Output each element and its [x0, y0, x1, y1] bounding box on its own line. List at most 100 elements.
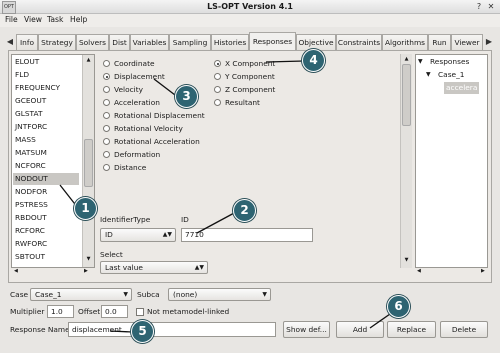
- list-item[interactable]: MASS: [15, 134, 36, 146]
- tab-constraints[interactable]: Constraints: [336, 34, 382, 50]
- chevron-down-icon[interactable]: ▼: [418, 58, 423, 65]
- scroll-down-icon[interactable]: ▼: [402, 257, 411, 265]
- tab-sampling[interactable]: Sampling: [169, 34, 211, 50]
- radio-velocity[interactable]: Velocity: [103, 84, 143, 96]
- options-scrollbar[interactable]: ▲ ▼: [400, 54, 412, 268]
- list-item[interactable]: RWFORC: [15, 238, 47, 250]
- scroll-up-icon[interactable]: ▲: [84, 57, 93, 65]
- tab-responses[interactable]: Responses: [249, 32, 296, 51]
- list-item[interactable]: NODFOR: [15, 186, 47, 198]
- scroll-thumb[interactable]: [402, 64, 411, 126]
- scroll-thumb[interactable]: [84, 139, 93, 187]
- list-item[interactable]: ELOUT: [15, 56, 39, 68]
- not-metamodel-checkbox[interactable]: [136, 308, 144, 316]
- tab-scroll-left-icon[interactable]: ◀: [5, 34, 15, 50]
- list-item[interactable]: JNTFORC: [15, 121, 47, 133]
- radio-dot[interactable]: [103, 112, 110, 119]
- tab-solvers[interactable]: Solvers: [76, 34, 109, 50]
- radio-dot[interactable]: [214, 99, 221, 106]
- radio-dot[interactable]: [103, 164, 110, 171]
- help-icon[interactable]: ?: [474, 2, 484, 12]
- menu-help[interactable]: Help: [70, 15, 87, 24]
- menu-view[interactable]: View: [24, 15, 42, 24]
- response-name-field[interactable]: displacement: [68, 322, 276, 337]
- replace-button[interactable]: Replace: [387, 321, 436, 338]
- identifier-type-label: IdentifierType: [100, 215, 151, 224]
- radio-dot[interactable]: [103, 60, 110, 67]
- list-item-selected[interactable]: NODOUT: [13, 173, 79, 185]
- list-item[interactable]: FREQUENCY: [15, 82, 60, 94]
- subcase-combo[interactable]: (none) ▼: [168, 288, 271, 301]
- delete-button[interactable]: Delete: [440, 321, 488, 338]
- scroll-up-icon[interactable]: ▲: [402, 56, 411, 64]
- radio-resultant[interactable]: Resultant: [214, 97, 260, 109]
- scroll-left-icon[interactable]: ◀: [417, 268, 421, 274]
- response-tree[interactable]: ▼ Responses ▼ Case_1 accelera: [415, 54, 488, 268]
- tab-algorithms[interactable]: Algorithms: [382, 34, 428, 50]
- menu-file[interactable]: File: [5, 15, 18, 24]
- radio-label: X Component: [225, 59, 276, 68]
- tab-histories[interactable]: Histories: [211, 34, 249, 50]
- radio-y-component[interactable]: Y Component: [214, 71, 275, 83]
- radio-dot[interactable]: [103, 151, 110, 158]
- tab-variables[interactable]: Variables: [130, 34, 169, 50]
- tab-viewer[interactable]: Viewer: [451, 34, 483, 50]
- scroll-right-icon[interactable]: ▶: [481, 268, 485, 274]
- tab-objective[interactable]: Objective: [296, 34, 336, 50]
- radio-rotational-displacement[interactable]: Rotational Displacement: [103, 110, 205, 122]
- add-button[interactable]: Add: [336, 321, 384, 338]
- list-item[interactable]: PSTRESS: [15, 199, 48, 211]
- offset-field[interactable]: 0.0: [101, 305, 128, 318]
- tree-horizontal-scrollbar[interactable]: ◀ ▶: [415, 268, 488, 278]
- radio-deformation[interactable]: Deformation: [103, 149, 160, 161]
- close-icon[interactable]: ✕: [486, 2, 496, 12]
- radio-rotational-acceleration[interactable]: Rotational Acceleration: [103, 136, 200, 148]
- list-item[interactable]: FLD: [15, 69, 29, 81]
- chevron-down-icon[interactable]: ▼: [426, 71, 431, 78]
- radio-dot[interactable]: [214, 86, 221, 93]
- horizontal-scrollbar[interactable]: ◀ ▶: [14, 268, 92, 276]
- radio-dot[interactable]: [103, 86, 110, 93]
- tab-info[interactable]: Info: [16, 34, 38, 50]
- list-item[interactable]: GCEOUT: [15, 95, 46, 107]
- select-combo[interactable]: Last value ▲▼: [100, 261, 208, 274]
- list-item[interactable]: RCFORC: [15, 225, 45, 237]
- radio-acceleration[interactable]: Acceleration: [103, 97, 160, 109]
- scroll-left-icon[interactable]: ◀: [14, 268, 18, 274]
- show-def-button[interactable]: Show def...: [283, 321, 330, 338]
- tab-run[interactable]: Run: [428, 34, 451, 50]
- scroll-down-icon[interactable]: ▼: [84, 256, 93, 264]
- tab-scroll-right-icon[interactable]: ▶: [484, 34, 494, 50]
- list-item[interactable]: SBTOUT: [15, 251, 45, 263]
- list-item[interactable]: MATSUM: [15, 147, 47, 159]
- radio-dot[interactable]: [214, 73, 221, 80]
- radio-dot[interactable]: [103, 73, 110, 80]
- tree-root[interactable]: Responses: [430, 56, 469, 68]
- list-item[interactable]: NCFORC: [15, 160, 46, 172]
- result-list-scrollbar[interactable]: ▲ ▼: [82, 55, 94, 267]
- radio-dot[interactable]: [214, 60, 221, 67]
- multiplier-field[interactable]: 1.0: [47, 305, 74, 318]
- menu-task[interactable]: Task: [47, 15, 63, 24]
- list-item[interactable]: RBDOUT: [15, 212, 47, 224]
- radio-label: Rotational Displacement: [114, 111, 205, 120]
- radio-x-component[interactable]: X Component: [214, 58, 275, 70]
- identifier-type-combo[interactable]: ID ▲▼: [100, 228, 176, 242]
- radio-displacement[interactable]: Displacement: [103, 71, 165, 83]
- radio-dot[interactable]: [103, 99, 110, 106]
- radio-rotational-velocity[interactable]: Rotational Velocity: [103, 123, 183, 135]
- radio-dot[interactable]: [103, 138, 110, 145]
- tree-item-selected[interactable]: accelera: [444, 82, 480, 94]
- result-type-list[interactable]: ELOUT FLD FREQUENCY GCEOUT GLSTAT JNTFOR…: [11, 54, 95, 268]
- radio-distance[interactable]: Distance: [103, 162, 146, 174]
- tab-dist[interactable]: Dist: [109, 34, 130, 50]
- radio-dot[interactable]: [103, 125, 110, 132]
- id-field[interactable]: 7710: [181, 228, 313, 242]
- radio-z-component[interactable]: Z Component: [214, 84, 275, 96]
- tree-case[interactable]: Case_1: [438, 69, 464, 81]
- tab-strategy[interactable]: Strategy: [38, 34, 76, 50]
- case-combo[interactable]: Case_1 ▼: [30, 288, 132, 301]
- scroll-right-icon[interactable]: ▶: [84, 268, 88, 274]
- list-item[interactable]: GLSTAT: [15, 108, 42, 120]
- radio-coordinate[interactable]: Coordinate: [103, 58, 155, 70]
